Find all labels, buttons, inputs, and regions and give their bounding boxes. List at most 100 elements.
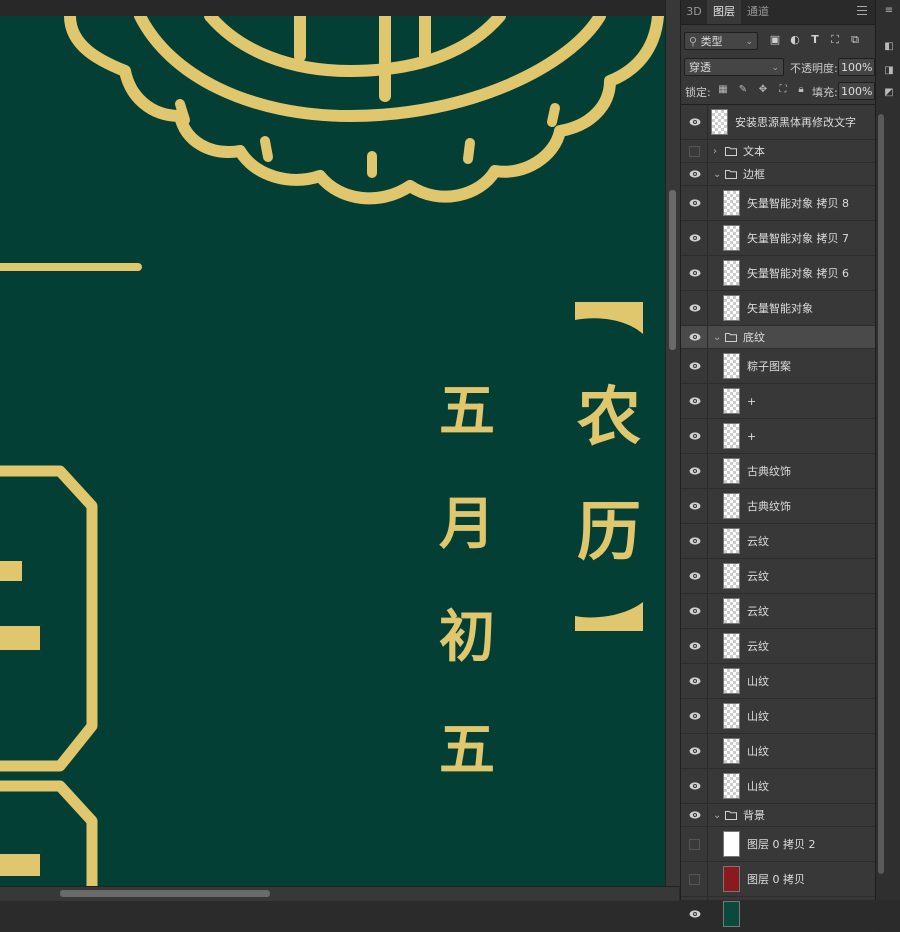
layer-name: 山纹 bbox=[747, 780, 769, 793]
layer-row[interactable]: 图层 0 拷贝 bbox=[681, 862, 875, 897]
type-filter-icon[interactable]: T bbox=[808, 33, 822, 47]
layer-row[interactable]: 云纹 bbox=[681, 594, 875, 629]
chevron-right-icon[interactable]: › bbox=[713, 140, 717, 163]
layers-list[interactable]: 安装思源黑体再修改文字 › 文本 ⌄ 边框 矢量智能对象 拷贝 8 矢量智能对象 拷贝 7 矢… bbox=[681, 104, 875, 932]
scroll-thumb[interactable] bbox=[60, 890, 270, 897]
left-bar bbox=[0, 626, 40, 650]
layer-thumbnail bbox=[723, 225, 740, 251]
smart-object-filter-icon[interactable]: ⧉ bbox=[848, 33, 862, 47]
layer-row[interactable]: 图层 0 拷贝 2 bbox=[681, 827, 875, 862]
eye-icon[interactable] bbox=[689, 466, 701, 476]
eye-icon[interactable] bbox=[689, 810, 701, 820]
adjustment-filter-icon[interactable]: ◐ bbox=[788, 33, 802, 47]
eye-icon[interactable] bbox=[689, 641, 701, 651]
layer-row[interactable]: 云纹 bbox=[681, 629, 875, 664]
artwork[interactable]: 五 月 初 五 农 历 bbox=[0, 16, 665, 886]
shape-filter-icon[interactable]: ⛶ bbox=[828, 33, 842, 47]
canvas-horizontal-scrollbar[interactable] bbox=[0, 886, 679, 901]
eye-icon[interactable] bbox=[689, 746, 701, 756]
opacity-label: 不透明度: bbox=[790, 62, 838, 75]
layer-row[interactable]: 古典纹饰 bbox=[681, 454, 875, 489]
layer-row[interactable]: 云纹 bbox=[681, 524, 875, 559]
layer-row[interactable]: 山纹 bbox=[681, 699, 875, 734]
eye-icon[interactable] bbox=[689, 169, 701, 179]
layer-name: 图层 0 拷贝 bbox=[747, 873, 805, 886]
lock-artboard-icon[interactable]: ⛶ bbox=[777, 84, 789, 96]
chevron-down-icon[interactable]: ⌄ bbox=[713, 804, 721, 827]
filter-kind-select[interactable]: ⚲ 类型 ⌄ bbox=[684, 32, 758, 50]
blend-mode-select[interactable]: 穿透 ⌄ bbox=[684, 58, 784, 76]
layer-row[interactable]: 矢量智能对象 拷贝 6 bbox=[681, 256, 875, 291]
dock-icon[interactable]: ◧ bbox=[882, 40, 896, 54]
visibility-off-box[interactable] bbox=[689, 146, 700, 157]
scroll-thumb[interactable] bbox=[669, 190, 676, 350]
layer-row[interactable]: 云纹 bbox=[681, 559, 875, 594]
dock-icon[interactable]: ◨ bbox=[882, 64, 896, 78]
layer-name: 矢量智能对象 拷贝 6 bbox=[747, 267, 849, 280]
row-divider bbox=[707, 559, 708, 593]
dock-icon[interactable]: ◩ bbox=[882, 86, 896, 100]
lock-position-icon[interactable]: ✥ bbox=[757, 84, 769, 96]
layer-row[interactable]: 粽子图案 bbox=[681, 349, 875, 384]
lock-image-icon[interactable]: ✎ bbox=[737, 84, 749, 96]
layer-row[interactable]: 山纹 bbox=[681, 734, 875, 769]
row-divider bbox=[707, 291, 708, 325]
layer-row[interactable]: 山纹 bbox=[681, 664, 875, 699]
canvas-area[interactable]: 五 月 初 五 农 历 bbox=[0, 0, 665, 886]
panel-menu-icon[interactable] bbox=[857, 6, 867, 16]
eye-icon[interactable] bbox=[689, 117, 701, 127]
layer-row[interactable]: 矢量智能对象 拷贝 7 bbox=[681, 221, 875, 256]
layer-name: 矢量智能对象 拷贝 7 bbox=[747, 232, 849, 245]
canvas-vertical-scrollbar[interactable] bbox=[665, 0, 680, 886]
eye-icon[interactable] bbox=[689, 781, 701, 791]
eye-icon[interactable] bbox=[689, 361, 701, 371]
layer-row[interactable]: 矢量智能对象 拷贝 8 bbox=[681, 186, 875, 221]
tab-channels[interactable]: 通道 bbox=[741, 0, 775, 24]
opacity-field[interactable]: 100% bbox=[838, 58, 875, 76]
chevron-down-icon[interactable]: ⌄ bbox=[713, 326, 721, 349]
eye-icon[interactable] bbox=[689, 909, 701, 919]
eye-icon[interactable] bbox=[689, 303, 701, 313]
eye-icon[interactable] bbox=[689, 268, 701, 278]
eye-icon[interactable] bbox=[689, 431, 701, 441]
layer-row[interactable]: 古典纹饰 bbox=[681, 489, 875, 524]
eye-icon[interactable] bbox=[689, 536, 701, 546]
lock-all-icon[interactable]: 🔒︎ bbox=[795, 84, 807, 96]
eye-icon[interactable] bbox=[689, 198, 701, 208]
eye-icon[interactable] bbox=[689, 233, 701, 243]
layer-thumbnail bbox=[723, 295, 740, 321]
layer-group-row[interactable]: › 文本 bbox=[681, 140, 875, 163]
chevron-down-icon[interactable]: ⌄ bbox=[713, 163, 721, 186]
menu-icon[interactable]: ≡ bbox=[882, 4, 896, 18]
fill-field[interactable]: 100% bbox=[838, 82, 875, 100]
layer-row[interactable]: 山纹 bbox=[681, 769, 875, 804]
tab-3d[interactable]: 3D bbox=[681, 0, 707, 24]
row-divider bbox=[707, 629, 708, 663]
layer-group-row[interactable]: ⌄ 边框 bbox=[681, 163, 875, 186]
layer-row[interactable] bbox=[681, 897, 875, 932]
eye-icon[interactable] bbox=[689, 501, 701, 511]
eye-icon[interactable] bbox=[689, 332, 701, 342]
layer-group-row[interactable]: ⌄ 底纹 bbox=[681, 326, 875, 349]
eye-icon[interactable] bbox=[689, 711, 701, 721]
layer-thumbnail bbox=[711, 109, 728, 135]
row-divider bbox=[707, 524, 708, 558]
layer-row[interactable]: 矢量智能对象 bbox=[681, 291, 875, 326]
eye-icon[interactable] bbox=[689, 606, 701, 616]
layer-thumbnail bbox=[723, 528, 740, 554]
layer-row[interactable]: + bbox=[681, 419, 875, 454]
visibility-off-box[interactable] bbox=[689, 874, 700, 885]
lock-transparent-icon[interactable]: ▦ bbox=[717, 84, 729, 96]
visibility-off-box[interactable] bbox=[689, 839, 700, 850]
eye-icon[interactable] bbox=[689, 676, 701, 686]
pixel-filter-icon[interactable]: ▣ bbox=[768, 33, 782, 47]
layer-group-row[interactable]: ⌄ 背景 bbox=[681, 804, 875, 827]
eye-icon[interactable] bbox=[689, 396, 701, 406]
eye-icon[interactable] bbox=[689, 571, 701, 581]
tab-layers[interactable]: 图层 bbox=[707, 0, 741, 24]
layer-row[interactable]: 安装思源黑体再修改文字 bbox=[681, 105, 875, 140]
layer-row[interactable]: + bbox=[681, 384, 875, 419]
folder-icon bbox=[725, 146, 737, 156]
layers-scrollbar[interactable] bbox=[876, 104, 886, 874]
scroll-thumb[interactable] bbox=[878, 114, 884, 874]
